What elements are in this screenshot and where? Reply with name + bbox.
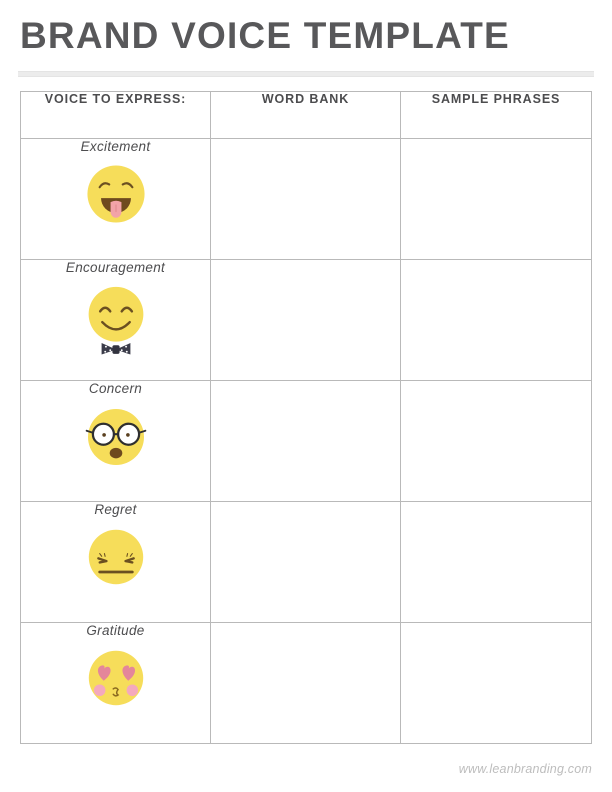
column-header-word-bank: WORD BANK — [210, 91, 401, 139]
voice-cell-encouragement: Encouragement — [20, 259, 211, 381]
table-header-row: VOICE TO EXPRESS: WORD BANK SAMPLE PHRAS… — [20, 91, 592, 139]
face-smile-bowtie-icon — [21, 281, 210, 359]
table-row: Regret — [20, 501, 592, 623]
voice-cell-excitement: Excitement — [20, 138, 211, 260]
word-bank-cell-regret[interactable] — [210, 501, 401, 623]
voice-label: Gratitude — [86, 623, 145, 638]
column-header-sample-phrases: SAMPLE PHRASES — [400, 91, 592, 139]
column-header-voice: VOICE TO EXPRESS: — [20, 91, 211, 139]
face-tongue-out-icon — [21, 160, 210, 228]
face-heart-eyes-icon — [21, 644, 210, 712]
word-bank-cell-concern[interactable] — [210, 380, 401, 502]
voice-cell-regret: Regret — [20, 501, 211, 623]
brand-voice-table: VOICE TO EXPRESS: WORD BANK SAMPLE PHRAS… — [20, 91, 592, 744]
sample-phrases-cell-encouragement[interactable] — [400, 259, 592, 381]
title-divider — [18, 71, 594, 77]
sample-phrases-cell-concern[interactable] — [400, 380, 592, 502]
face-glasses-worried-icon — [21, 402, 210, 472]
sample-phrases-cell-excitement[interactable] — [400, 138, 592, 260]
voice-label: Encouragement — [65, 260, 166, 275]
sample-phrases-cell-gratitude[interactable] — [400, 622, 592, 744]
sample-phrases-cell-regret[interactable] — [400, 501, 592, 623]
table-row: Concern — [20, 380, 592, 502]
table-row: Excitement — [20, 138, 592, 260]
voice-label: Concern — [88, 381, 143, 396]
voice-label: Excitement — [80, 139, 151, 154]
word-bank-cell-excitement[interactable] — [210, 138, 401, 260]
footer-url[interactable]: www.leanbranding.com — [459, 762, 592, 776]
table-row: Encouragement — [20, 259, 592, 381]
voice-label: Regret — [94, 502, 137, 517]
word-bank-cell-encouragement[interactable] — [210, 259, 401, 381]
table-row: Gratitude — [20, 622, 592, 744]
voice-cell-concern: Concern — [20, 380, 211, 502]
page-title: BRAND VOICE TEMPLATE — [20, 15, 510, 56]
voice-cell-gratitude: Gratitude — [20, 622, 211, 744]
word-bank-cell-gratitude[interactable] — [210, 622, 401, 744]
face-flat-mouth-icon — [21, 523, 210, 591]
